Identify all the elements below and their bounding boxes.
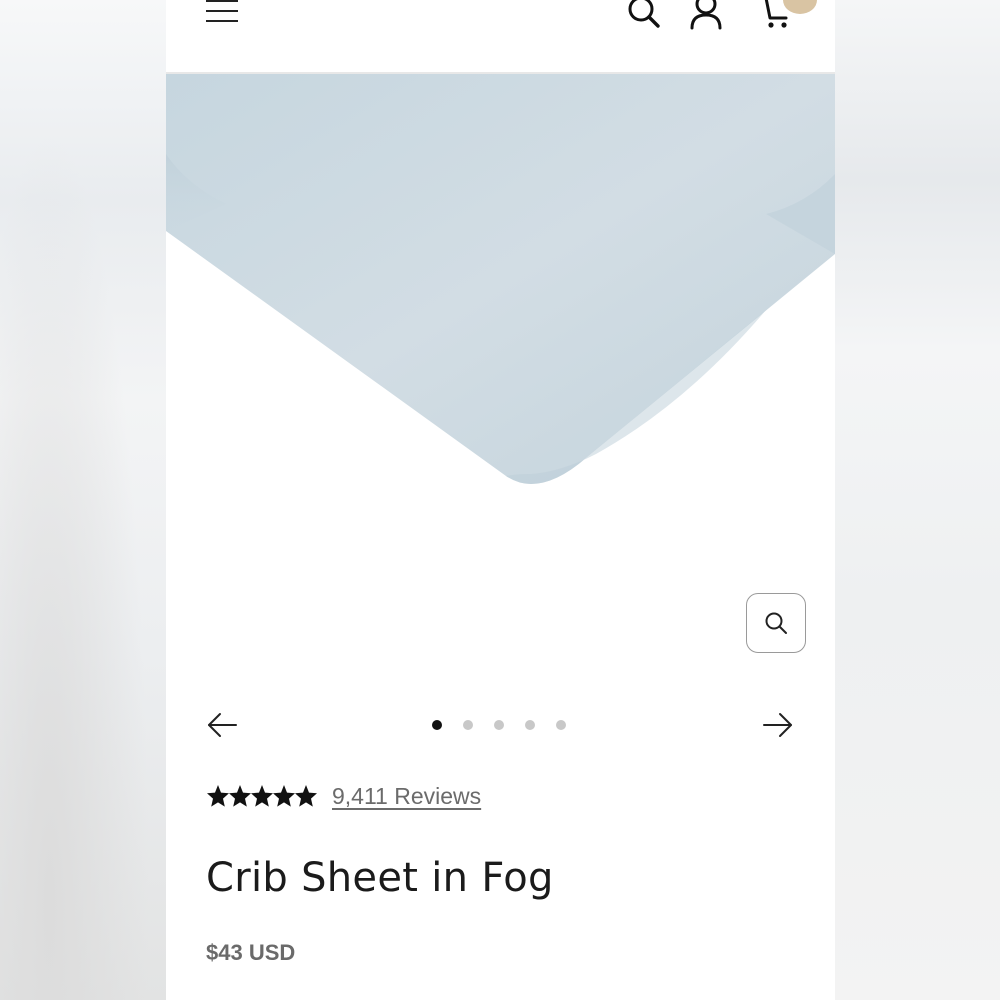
star-icon — [295, 785, 317, 807]
zoom-button[interactable] — [746, 593, 806, 653]
account-icon[interactable] — [688, 0, 724, 30]
slide-dot[interactable] — [432, 720, 442, 730]
star-icon — [229, 785, 251, 807]
product-title: Crib Sheet in Fog — [206, 855, 554, 901]
star-icon — [251, 785, 273, 807]
product-price: $43 USD — [206, 940, 296, 965]
crib-sheet-image — [166, 74, 835, 484]
product-image — [166, 74, 835, 674]
slide-dot[interactable] — [556, 720, 566, 730]
mobile-page: 9,411 Reviews Crib Sheet in Fog $43 USD — [166, 0, 835, 1000]
zoom-icon — [765, 612, 787, 634]
slide-dot[interactable] — [463, 720, 473, 730]
star-icon — [273, 785, 295, 807]
reviews-link[interactable]: 9,411 Reviews — [332, 783, 481, 810]
star-icon — [207, 785, 229, 807]
backdrop-right — [834, 0, 1000, 1000]
hamburger-menu-icon[interactable] — [206, 0, 238, 24]
slide-dot[interactable] — [525, 720, 535, 730]
site-header — [166, 0, 835, 74]
backdrop-left — [0, 0, 166, 1000]
slide-dot[interactable] — [494, 720, 504, 730]
arrow-right-icon[interactable] — [762, 711, 794, 739]
search-icon[interactable] — [626, 0, 662, 30]
arrow-left-icon[interactable] — [206, 711, 238, 739]
